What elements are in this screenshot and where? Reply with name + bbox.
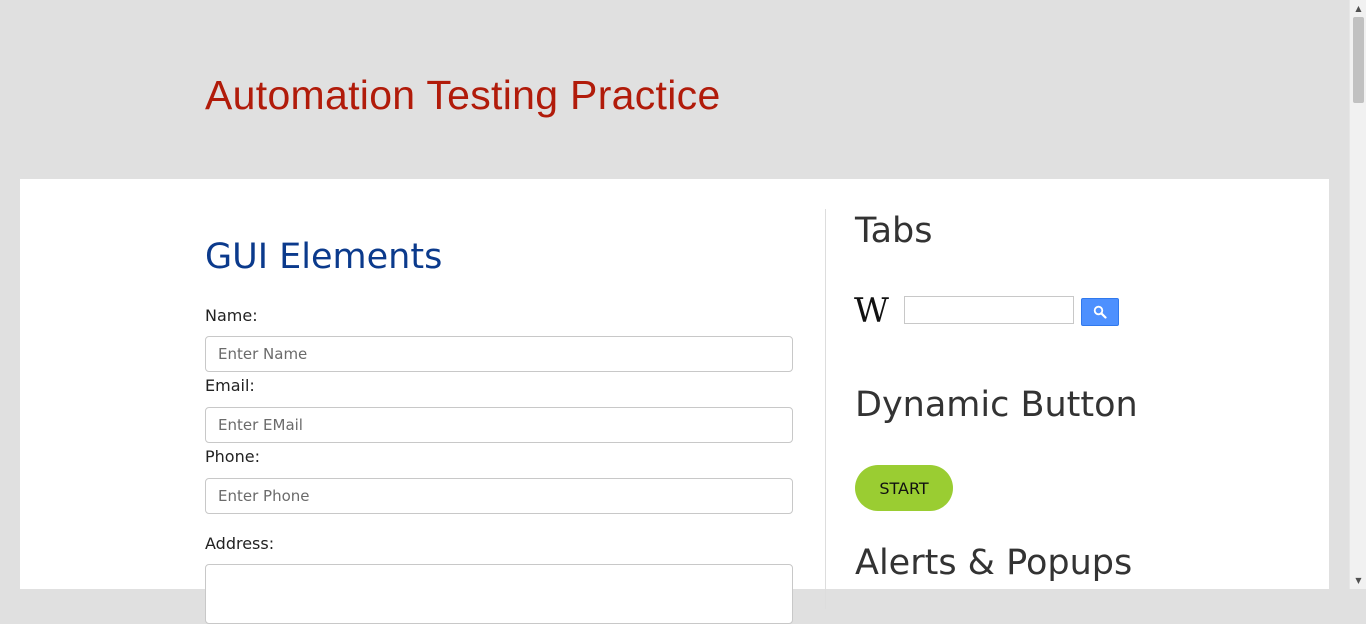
alerts-popups-heading: Alerts & Popups [855,543,1133,583]
scrollbar-thumb[interactable] [1353,17,1364,103]
tabs-heading: Tabs [855,211,933,251]
dynamic-button-heading: Dynamic Button [855,385,1138,425]
main-content: GUI Elements Name: Email: Phone: Address… [20,179,1329,624]
phone-label: Phone: [205,447,260,466]
magnifier-icon [1093,305,1107,319]
address-label: Address: [205,534,275,553]
email-input[interactable] [205,407,793,443]
triangle-down-icon[interactable]: ▼ [1350,572,1366,589]
wikipedia-logo-icon: W [854,291,889,331]
email-label: Email: [205,376,255,395]
name-input[interactable] [205,336,793,372]
phone-input[interactable] [205,478,793,514]
column-divider [825,209,826,609]
site-title: Automation Testing Practice [205,72,721,118]
wikipedia-search-button[interactable] [1081,298,1119,326]
wikipedia-search-input[interactable] [904,296,1074,324]
start-button[interactable]: START [855,465,953,511]
address-textarea[interactable] [205,564,793,624]
triangle-up-icon[interactable]: ▲ [1350,0,1366,17]
gui-elements-heading: GUI Elements [205,237,443,277]
name-label: Name: [205,306,258,325]
vertical-scrollbar[interactable]: ▲ ▼ [1349,0,1366,589]
